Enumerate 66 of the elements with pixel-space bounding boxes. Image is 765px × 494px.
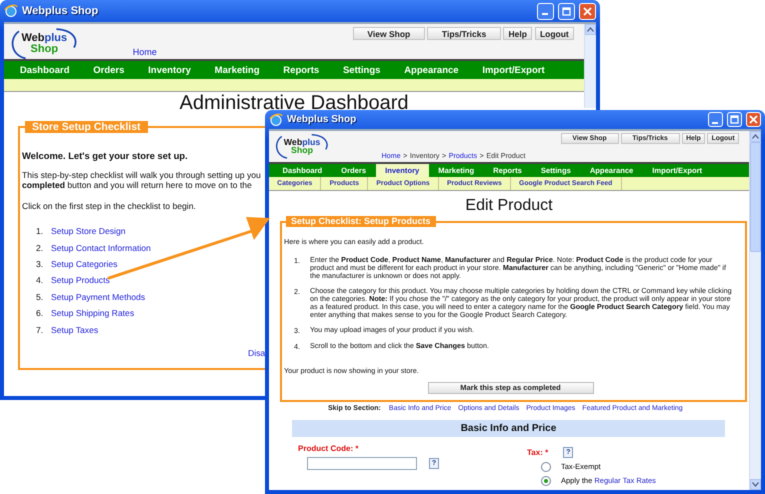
header-button[interactable]: Tips/Tricks	[427, 27, 501, 40]
step-number: 3.	[36, 258, 44, 269]
maximize-icon	[730, 115, 739, 124]
nav-tab[interactable]: Import/Export	[470, 61, 556, 79]
scrollbar[interactable]	[749, 131, 761, 490]
welcome-heading: Welcome. Let's get your store set up.	[22, 150, 188, 161]
minimize-button[interactable]	[708, 112, 723, 127]
step-link[interactable]: Setup Products	[51, 275, 110, 286]
step-link[interactable]: Setup Contact Information	[51, 242, 151, 253]
intro-text: This step-by-step checklist will walk you through setting up you	[22, 170, 261, 180]
scroll-up-button[interactable]	[585, 24, 596, 35]
radio-button[interactable]	[541, 476, 551, 486]
minimize-button[interactable]	[537, 2, 554, 20]
minimize-icon	[712, 122, 718, 124]
nav-tab[interactable]: Settings	[331, 61, 392, 79]
step-number: 7.	[36, 324, 44, 335]
step-link[interactable]: Setup Payment Methods	[51, 292, 146, 302]
close-button[interactable]	[746, 112, 761, 127]
logo: Webplus Shop	[8, 27, 81, 61]
scroll-thumb[interactable]	[750, 142, 761, 252]
close-icon	[583, 6, 592, 16]
page-title: Edit Product	[464, 197, 554, 215]
close-icon	[749, 115, 758, 124]
page-title: Administrative Dashboard	[178, 92, 410, 114]
breadcrumb-link[interactable]: Home	[132, 46, 157, 57]
nav-tab[interactable]: Inventory	[136, 61, 203, 79]
intro-text: completed button and you will return here to move on to the	[22, 180, 252, 190]
browser-icon	[269, 112, 283, 126]
header-button[interactable]: Logout	[534, 27, 574, 40]
scroll-down-button[interactable]	[750, 479, 761, 490]
step-link[interactable]: Setup Taxes	[51, 324, 98, 335]
browser-icon	[4, 4, 18, 18]
step-number: 6.	[36, 308, 44, 318]
step-number: 5.	[36, 292, 44, 302]
nav-tab[interactable]: Orders	[81, 61, 136, 79]
maximize-icon	[562, 6, 571, 16]
maximize-button[interactable]	[558, 2, 575, 20]
field-label: Tax: *	[527, 448, 548, 457]
nav-tab[interactable]: Reports	[271, 61, 332, 79]
step-link[interactable]: Setup Categories	[51, 258, 118, 269]
section-header: Basic Info and Price	[292, 420, 725, 437]
maximize-button[interactable]	[727, 112, 742, 127]
window-title: Webplus Shop	[22, 5, 100, 17]
step-link[interactable]: Setup Store Design	[51, 226, 126, 236]
nav-tab[interactable]: Appearance	[392, 61, 470, 79]
window-title: Webplus Shop	[287, 114, 358, 125]
footer-link[interactable]: Disa	[248, 348, 266, 358]
step-number: 1.	[36, 226, 44, 236]
radio-button[interactable]	[541, 462, 551, 472]
header-button[interactable]: Help	[503, 27, 532, 40]
close-button[interactable]	[579, 2, 596, 20]
header-button[interactable]: View Shop	[352, 27, 425, 40]
step-number: 2.	[36, 242, 44, 253]
input-field[interactable]	[307, 456, 417, 470]
checklist-legend: Setup Checklist: Setup Products	[286, 216, 436, 227]
field-label: Product Code: *	[298, 444, 360, 453]
scroll-up-button[interactable]	[750, 131, 761, 142]
step-number: 4.	[36, 275, 44, 286]
minimize-icon	[542, 13, 548, 15]
logo: Webplus Shop	[273, 133, 332, 160]
checklist-legend: Store Setup Checklist	[25, 121, 148, 133]
step-link[interactable]: Setup Shipping Rates	[51, 308, 134, 318]
nav-tab[interactable]: Marketing	[202, 61, 272, 79]
nav-tab[interactable]: Dashboard	[8, 61, 82, 79]
scrollbar[interactable]	[584, 24, 596, 108]
instruction-text: Click on the first step in the checklist to begin.	[22, 201, 196, 211]
